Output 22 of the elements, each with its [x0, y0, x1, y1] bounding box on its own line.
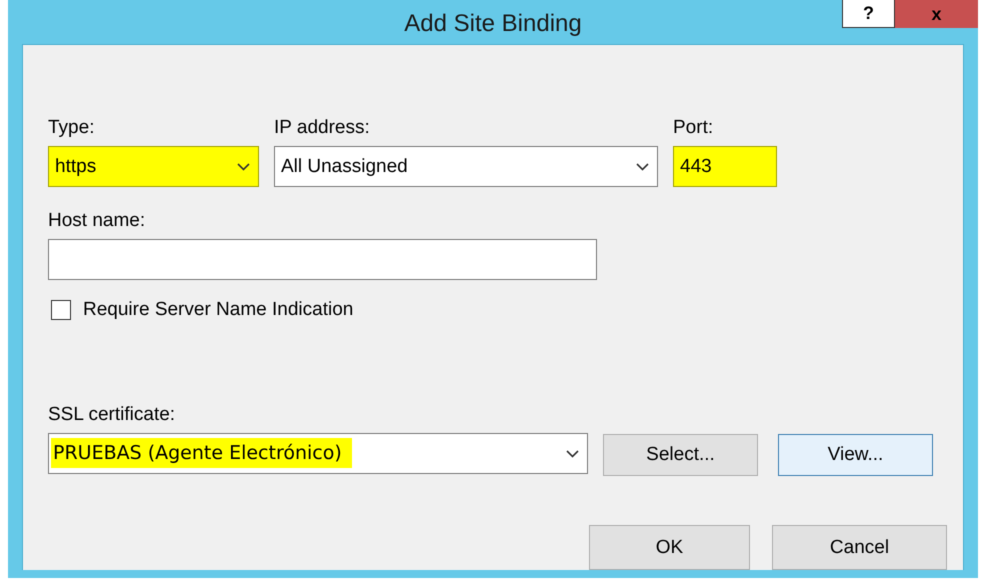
field-label: Host name:: [48, 210, 146, 232]
ip-address-dropdown[interactable]: All Unassigned: [274, 146, 658, 187]
caret-icon: [237, 162, 250, 170]
checkbox[interactable]: [51, 300, 71, 320]
window-title: Add Site Binding: [404, 9, 582, 38]
field-label: IP address:: [274, 117, 371, 139]
host-name-field[interactable]: [48, 239, 597, 280]
caret-icon: [636, 162, 649, 170]
caret-icon: [566, 450, 579, 458]
cancel-button[interactable]: Cancel: [772, 525, 947, 570]
field-label: SSL certificate:: [48, 404, 176, 426]
ok-button[interactable]: OK: [589, 525, 750, 570]
port-field[interactable]: 443: [673, 146, 777, 187]
checkbox-label: Require Server Name Indication: [83, 299, 354, 321]
field-label: Port:: [673, 117, 714, 139]
close-button[interactable]: x: [895, 0, 978, 28]
certificate-button[interactable]: View...: [778, 434, 933, 476]
field-label: Type:: [48, 117, 96, 139]
certificate-dropdown[interactable]: PRUEBAS (Agente Electrónico): [48, 433, 588, 474]
help-button[interactable]: ?: [842, 0, 895, 28]
type-dropdown[interactable]: https: [48, 146, 259, 187]
certificate-button[interactable]: Select...: [603, 434, 758, 476]
